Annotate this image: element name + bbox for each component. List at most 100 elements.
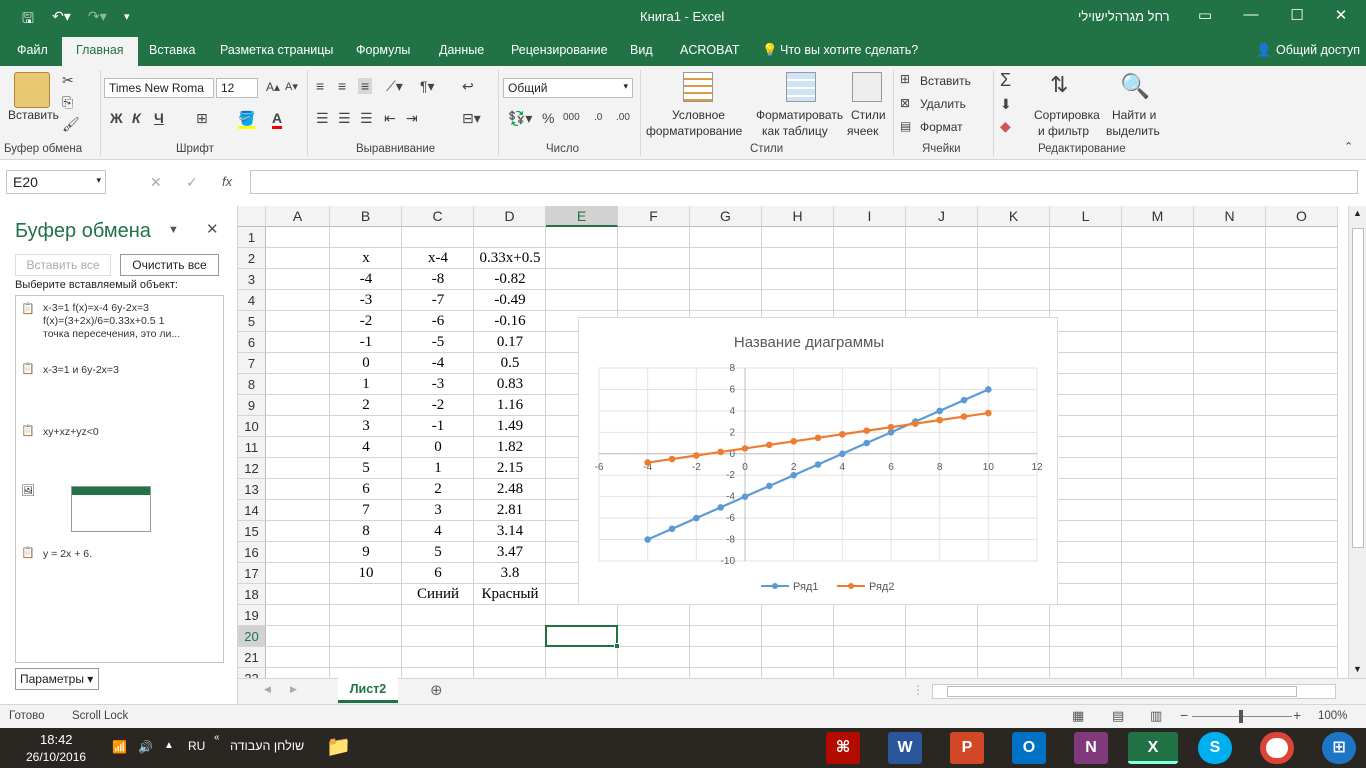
column-header-D[interactable]: D bbox=[474, 206, 546, 227]
minimize-icon[interactable]: — bbox=[1236, 6, 1266, 23]
format-table-label-1[interactable]: Форматировать bbox=[756, 108, 843, 122]
series-1-point[interactable] bbox=[790, 471, 797, 479]
normal-view-icon[interactable]: ▦ bbox=[1072, 708, 1084, 724]
font-name-select[interactable]: Times New Roma bbox=[104, 78, 214, 98]
select-all-corner[interactable] bbox=[238, 206, 266, 227]
cond-format-label-1[interactable]: Условное bbox=[672, 108, 725, 122]
cell-C4[interactable]: -7 bbox=[402, 290, 474, 311]
enter-icon[interactable]: ✓ bbox=[186, 174, 198, 191]
series-2-point[interactable] bbox=[960, 413, 968, 420]
scroll-thumb[interactable] bbox=[1352, 228, 1364, 548]
undo-icon[interactable]: ↶▾ bbox=[52, 8, 71, 25]
underline-button[interactable]: Ч bbox=[154, 110, 164, 126]
borders-icon[interactable]: ⊞ bbox=[196, 110, 208, 127]
save-icon[interactable]: 🖫 bbox=[22, 8, 34, 32]
series-2-point[interactable] bbox=[693, 452, 700, 459]
row-header-12[interactable]: 12 bbox=[238, 458, 266, 479]
row-header-9[interactable]: 9 bbox=[238, 395, 266, 416]
align-top-icon[interactable]: ≡ bbox=[316, 78, 324, 94]
bold-button[interactable]: Ж bbox=[110, 110, 123, 126]
tab-file[interactable]: Файл bbox=[17, 43, 48, 57]
format-table-label-2[interactable]: как таблицу bbox=[762, 124, 828, 138]
increase-indent-icon[interactable]: ⇥ bbox=[406, 110, 418, 127]
cell-D3[interactable]: -0.82 bbox=[474, 269, 546, 290]
copy-icon[interactable]: ⎘ bbox=[62, 94, 73, 111]
word-app-icon[interactable]: W bbox=[888, 732, 922, 764]
cond-format-label-2[interactable]: форматирование bbox=[646, 124, 742, 138]
series-1-point[interactable] bbox=[863, 439, 870, 447]
cell-C7[interactable]: -4 bbox=[402, 353, 474, 374]
series-2-point[interactable] bbox=[717, 448, 724, 456]
zoom-out-icon[interactable]: − bbox=[1180, 707, 1188, 723]
row-header-4[interactable]: 4 bbox=[238, 290, 266, 311]
italic-button[interactable]: К bbox=[132, 110, 141, 126]
show-hidden-icons[interactable]: ▲ bbox=[164, 740, 174, 751]
share-button[interactable]: Общий доступ bbox=[1276, 43, 1360, 57]
cell-C13[interactable]: 2 bbox=[402, 479, 474, 500]
cell-D12[interactable]: 2.15 bbox=[474, 458, 546, 479]
cell-C18[interactable]: Синий bbox=[402, 584, 474, 605]
cell-D7[interactable]: 0.5 bbox=[474, 353, 546, 374]
column-header-F[interactable]: F bbox=[618, 206, 690, 227]
row-header-5[interactable]: 5 bbox=[238, 311, 266, 332]
zoom-in-icon[interactable]: + bbox=[1293, 707, 1301, 723]
column-header-N[interactable]: N bbox=[1194, 206, 1266, 227]
decrease-font-icon[interactable]: A▾ bbox=[285, 80, 298, 93]
cell-C3[interactable]: -8 bbox=[402, 269, 474, 290]
paste-all-button[interactable]: Вставить все bbox=[15, 254, 111, 276]
clip-item-5[interactable]: y = 2x + 6. bbox=[43, 548, 92, 561]
row-header-16[interactable]: 16 bbox=[238, 542, 266, 563]
font-size-select[interactable]: 12 bbox=[216, 78, 258, 98]
cell-styles-label-2[interactable]: ячеек bbox=[847, 124, 878, 138]
customize-qat-icon[interactable]: ▾ bbox=[124, 10, 130, 23]
cell-B16[interactable]: 9 bbox=[330, 542, 402, 563]
page-layout-view-icon[interactable]: ▤ bbox=[1112, 708, 1124, 724]
cell-C6[interactable]: -5 bbox=[402, 332, 474, 353]
acrobat-app-icon[interactable]: ⌘ bbox=[826, 732, 860, 764]
selected-cell-E20[interactable] bbox=[545, 625, 620, 649]
series-2-point[interactable] bbox=[790, 438, 797, 445]
row-header-10[interactable]: 10 bbox=[238, 416, 266, 437]
series-2-point[interactable] bbox=[936, 416, 943, 424]
insert-function-icon[interactable]: fx bbox=[222, 174, 232, 189]
column-header-O[interactable]: O bbox=[1266, 206, 1338, 227]
onenote-app-icon[interactable]: N bbox=[1074, 732, 1108, 764]
language-indicator[interactable]: RU bbox=[188, 739, 205, 753]
currency-icon[interactable]: 💱▾ bbox=[508, 110, 532, 127]
volume-icon[interactable]: 🔊 bbox=[138, 740, 153, 754]
cell-C15[interactable]: 4 bbox=[402, 521, 474, 542]
column-header-G[interactable]: G bbox=[690, 206, 762, 227]
powerpoint-app-icon[interactable]: P bbox=[950, 732, 984, 764]
comma-style-icon[interactable]: 000 bbox=[563, 112, 580, 123]
sort-filter-label-2[interactable]: и фильтр bbox=[1038, 124, 1089, 138]
formula-input[interactable] bbox=[250, 170, 1358, 194]
row-header-11[interactable]: 11 bbox=[238, 437, 266, 458]
series-1-point[interactable] bbox=[766, 482, 773, 490]
find-select-label-1[interactable]: Найти и bbox=[1112, 108, 1156, 122]
clear-all-button[interactable]: Очистить все bbox=[120, 254, 219, 276]
cancel-icon[interactable]: ✕ bbox=[150, 174, 162, 191]
cell-C2[interactable]: x-4 bbox=[402, 248, 474, 269]
column-header-H[interactable]: H bbox=[762, 206, 834, 227]
horizontal-scrollbar[interactable] bbox=[932, 684, 1336, 699]
cell-D17[interactable]: 3.8 bbox=[474, 563, 546, 584]
increase-decimal-icon[interactable]: .0 bbox=[594, 112, 602, 123]
cell-C5[interactable]: -6 bbox=[402, 311, 474, 332]
vertical-scrollbar[interactable]: ▲ ▼ bbox=[1348, 206, 1366, 678]
cell-B4[interactable]: -3 bbox=[330, 290, 402, 311]
zoom-slider-thumb[interactable] bbox=[1239, 710, 1243, 723]
cell-D15[interactable]: 3.14 bbox=[474, 521, 546, 542]
cell-D13[interactable]: 2.48 bbox=[474, 479, 546, 500]
series-1-point[interactable] bbox=[693, 514, 700, 522]
cell-C17[interactable]: 6 bbox=[402, 563, 474, 584]
cell-B3[interactable]: -4 bbox=[330, 269, 402, 290]
decrease-decimal-icon[interactable]: .00 bbox=[616, 112, 630, 123]
fill-color-icon[interactable]: 🪣 bbox=[238, 110, 256, 129]
clock-time[interactable]: 18:42 bbox=[40, 732, 73, 747]
cell-C12[interactable]: 1 bbox=[402, 458, 474, 479]
tab-view[interactable]: Вид bbox=[630, 43, 653, 57]
cell-D6[interactable]: 0.17 bbox=[474, 332, 546, 353]
legend-label-1[interactable]: Ряд1 bbox=[793, 581, 818, 593]
series-1-point[interactable] bbox=[839, 450, 846, 458]
close-icon[interactable]: ✕ bbox=[1326, 6, 1356, 24]
